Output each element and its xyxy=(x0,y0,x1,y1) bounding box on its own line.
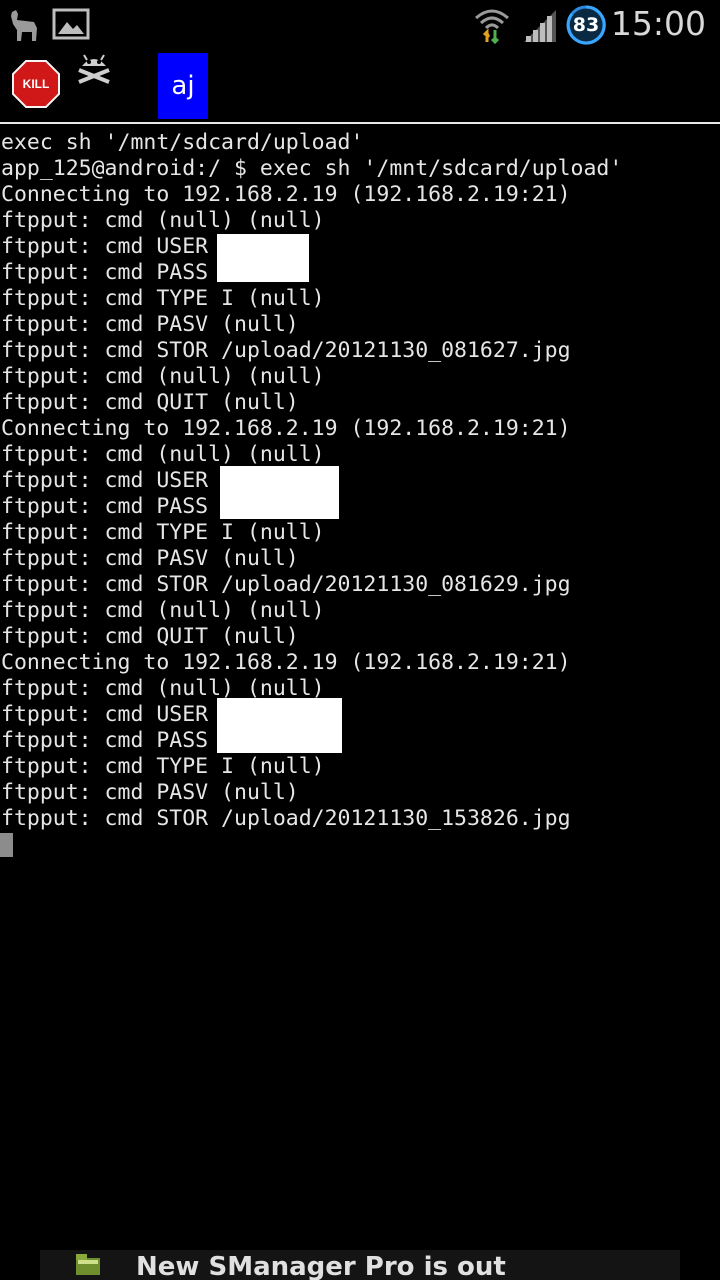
terminal-output[interactable]: exec sh '/mnt/sdcard/upload' app_125@and… xyxy=(0,128,720,1238)
folder-icon xyxy=(74,1252,102,1280)
status-bar: 83 15:00 xyxy=(0,0,720,50)
battery-icon: 83 xyxy=(566,5,606,45)
llama-icon xyxy=(6,8,42,46)
terminal-line: ftpput: cmd QUIT (null) xyxy=(1,390,299,415)
status-time: 15:00 xyxy=(610,4,706,43)
terminal-line: ftpput: cmd STOR /upload/20121130_081627… xyxy=(1,338,571,363)
terminal-line: ftpput: cmd PASS xyxy=(1,260,209,285)
terminal-line: ftpput: cmd QUIT (null) xyxy=(1,624,299,649)
terminal-line: ftpput: cmd PASV (null) xyxy=(1,780,299,805)
redacted-credentials xyxy=(220,466,339,519)
terminal-line: ftpput: cmd USER xyxy=(1,468,209,493)
android-skull-button[interactable] xyxy=(76,52,112,86)
terminal-cursor xyxy=(0,833,13,857)
image-icon xyxy=(52,8,90,44)
terminal-line: app_125@android:/ $ exec sh '/mnt/sdcard… xyxy=(1,156,623,181)
kill-label: KILL xyxy=(22,77,50,91)
terminal-line: ftpput: cmd (null) (null) xyxy=(1,598,325,623)
terminal-line: Connecting to 192.168.2.19 (192.168.2.19… xyxy=(1,650,571,675)
terminal-line: ftpput: cmd PASV (null) xyxy=(1,546,299,571)
terminal-line: Connecting to 192.168.2.19 (192.168.2.19… xyxy=(1,182,571,207)
terminal-line: ftpput: cmd TYPE I (null) xyxy=(1,754,325,779)
notification-toast[interactable]: New SManager Pro is out xyxy=(40,1250,680,1280)
terminal-line: ftpput: cmd TYPE I (null) xyxy=(1,520,325,545)
terminal-line: ftpput: cmd STOR /upload/20121130_081629… xyxy=(1,572,571,597)
terminal-line: ftpput: cmd USER xyxy=(1,702,209,727)
toolbar-divider xyxy=(0,122,720,124)
terminal-line: ftpput: cmd (null) (null) xyxy=(1,442,325,467)
terminal-line: ftpput: cmd (null) (null) xyxy=(1,364,325,389)
wifi-icon xyxy=(474,6,510,48)
redacted-credentials xyxy=(217,234,309,282)
aj-button[interactable]: aj xyxy=(158,53,208,119)
android-skull-icon xyxy=(78,54,110,84)
redacted-credentials xyxy=(217,698,342,753)
terminal-line: ftpput: cmd TYPE I (null) xyxy=(1,286,325,311)
toolbar: KILL xyxy=(0,50,720,122)
terminal-line: ftpput: cmd PASS xyxy=(1,494,209,519)
terminal-line: ftpput: cmd (null) (null) xyxy=(1,208,325,233)
terminal-line: ftpput: cmd STOR /upload/20121130_153826… xyxy=(1,806,571,831)
kill-button[interactable]: KILL xyxy=(12,60,60,108)
terminal-line: ftpput: cmd USER xyxy=(1,234,209,259)
terminal-line: exec sh '/mnt/sdcard/upload' xyxy=(1,130,364,155)
terminal-line: Connecting to 192.168.2.19 (192.168.2.19… xyxy=(1,416,571,441)
notification-text: New SManager Pro is out xyxy=(136,1252,506,1280)
terminal-line: ftpput: cmd PASV (null) xyxy=(1,312,299,337)
signal-icon xyxy=(522,8,558,48)
terminal-line: ftpput: cmd PASS xyxy=(1,728,209,753)
battery-level: 83 xyxy=(572,14,600,36)
